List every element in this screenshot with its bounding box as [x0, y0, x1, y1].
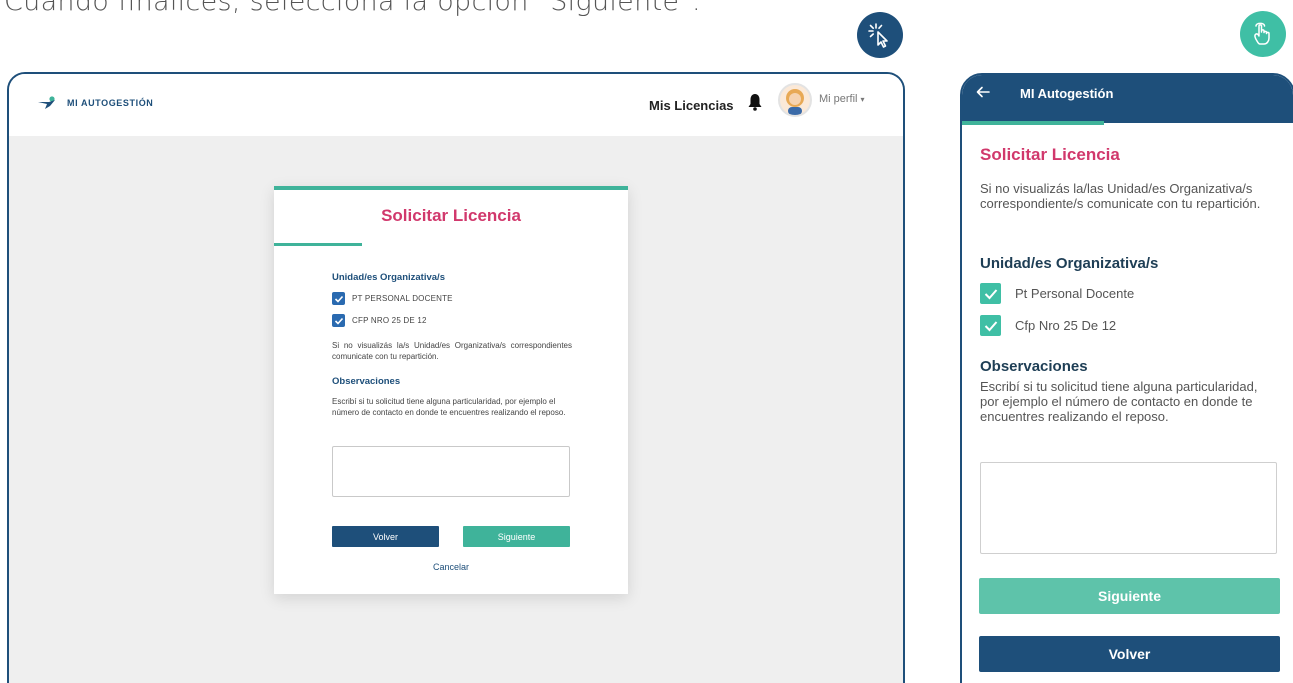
card-title: Solicitar Licencia [381, 206, 521, 225]
logo-text: MI AUTOGESTIÓN [67, 98, 154, 108]
checkbox-checked-icon[interactable] [332, 314, 345, 327]
bell-icon[interactable] [747, 93, 763, 116]
observations-textarea[interactable] [332, 446, 570, 497]
logo-figure-icon [38, 96, 55, 109]
next-button[interactable]: Siguiente [463, 526, 570, 547]
desktop-logo[interactable]: MI AUTOGESTIÓN [37, 96, 153, 110]
checkbox-checked-icon[interactable] [980, 283, 1001, 304]
arrow-left-icon[interactable] [976, 85, 990, 104]
unit-label: PT PERSONAL DOCENTE [352, 294, 453, 303]
mobile-intro: Si no visualizás la/las Unidad/es Organi… [980, 181, 1261, 211]
mobile-header-title: MI Autogestión [1020, 86, 1114, 101]
mobile-next-button[interactable]: Siguiente [979, 578, 1280, 614]
mobile-observations-title: Observaciones [980, 358, 1088, 375]
profile-menu[interactable]: Mi perfil ▾ [819, 93, 865, 105]
back-button[interactable]: Volver [332, 526, 439, 547]
touch-hand-icon [1240, 11, 1286, 57]
mobile-units-title: Unidad/es Organizativa/s [980, 255, 1159, 272]
unit-checkbox-row[interactable]: PT PERSONAL DOCENTE [332, 292, 453, 305]
title-underline [274, 243, 362, 246]
avatar[interactable] [778, 83, 812, 117]
tutorial-screen: Cuando finalices, seleccioná la opción "… [0, 0, 1293, 683]
cancel-link[interactable]: Cancelar [274, 562, 628, 572]
click-pointer-icon [857, 12, 903, 58]
desktop-frame: MI AUTOGESTIÓN Mis Licencias Mi perfil ▾ [7, 72, 905, 683]
checkbox-checked-icon[interactable] [980, 315, 1001, 336]
nav-mis-licencias[interactable]: Mis Licencias [649, 98, 734, 113]
units-note: Si no visualizás la/s Unidad/es Organiza… [332, 341, 572, 361]
chevron-down-icon: ▾ [860, 94, 865, 104]
mobile-title: Solicitar Licencia [980, 145, 1120, 164]
observations-title: Observaciones [332, 376, 401, 387]
mobile-unit-label: Pt Personal Docente [1015, 286, 1135, 301]
header-underline [962, 121, 1104, 125]
mobile-observations-help: Escribí si tu solicitud tiene alguna par… [980, 379, 1258, 424]
mobile-unit-label: Cfp Nro 25 De 12 [1015, 318, 1117, 333]
mobile-back-button[interactable]: Volver [979, 636, 1280, 672]
observations-help: Escribí si tu solicitud tiene alguna par… [332, 397, 566, 417]
desktop-header: MI AUTOGESTIÓN Mis Licencias Mi perfil ▾ [9, 74, 903, 136]
unit-label: CFP NRO 25 DE 12 [352, 316, 427, 325]
profile-label: Mi perfil [819, 93, 858, 105]
unit-checkbox-row[interactable]: CFP NRO 25 DE 12 [332, 314, 427, 327]
mobile-observations-textarea[interactable] [980, 462, 1277, 554]
request-card: Solicitar Licencia Unidad/es Organizativ… [274, 186, 628, 594]
units-title: Unidad/es Organizativa/s [332, 272, 445, 283]
mobile-unit-checkbox-row[interactable]: Cfp Nro 25 De 12 [980, 315, 1116, 336]
instruction-text: Cuando finalices, seleccioná la opción "… [4, 0, 701, 17]
mobile-frame: MI Autogestión Solicitar Licencia Si no … [960, 73, 1293, 683]
mobile-header: MI Autogestión [962, 75, 1293, 123]
mobile-unit-checkbox-row[interactable]: Pt Personal Docente [980, 283, 1134, 304]
checkbox-checked-icon[interactable] [332, 292, 345, 305]
